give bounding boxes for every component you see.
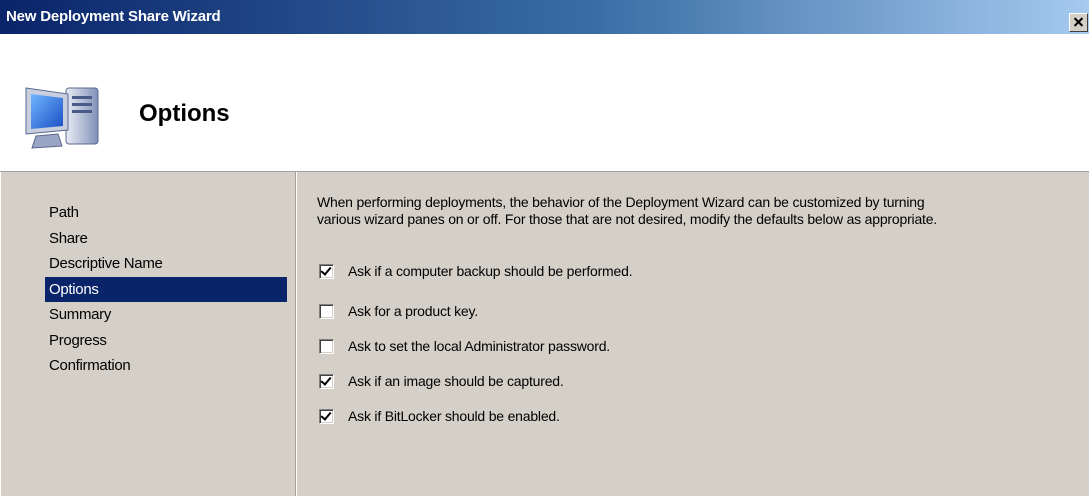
option-admin-password[interactable]: Ask to set the local Administrator passw… <box>319 336 610 356</box>
step-descriptive-name: Descriptive Name <box>49 255 163 272</box>
bitlocker-checkbox[interactable] <box>319 408 334 424</box>
product-key-checkbox[interactable] <box>319 303 334 319</box>
step-summary: Summary <box>49 306 112 323</box>
description-line-1: When performing deployments, the behavio… <box>317 194 925 210</box>
computer-icon <box>25 87 99 149</box>
step-progress: Progress <box>49 331 107 349</box>
step-options: Options <box>45 276 287 302</box>
wizard-header: Options <box>0 34 1089 172</box>
wizard-steps-pane: Path Share Descriptive Name Options Summ… <box>0 172 295 496</box>
options-content: When performing deployments, the behavio… <box>297 172 1089 496</box>
product-key-label: Ask for a product key. <box>348 303 478 319</box>
bitlocker-label: Ask if BitLocker should be enabled. <box>348 408 560 424</box>
image-capture-checkbox[interactable] <box>319 373 334 389</box>
admin-password-label: Ask to set the local Administrator passw… <box>348 338 610 354</box>
computer-backup-checkbox[interactable] <box>319 263 334 279</box>
option-computer-backup[interactable]: Ask if a computer backup should be perfo… <box>319 261 633 281</box>
options-description: When performing deployments, the behavio… <box>317 194 1077 228</box>
step-path: Path <box>49 204 79 221</box>
window-title: New Deployment Share Wizard <box>6 8 221 25</box>
step-confirmation: Confirmation <box>49 357 131 374</box>
admin-password-checkbox[interactable] <box>319 338 334 354</box>
description-line-2: various wizard panes on or off. For thos… <box>317 211 937 227</box>
step-share: Share <box>49 229 88 247</box>
computer-backup-label: Ask if a computer backup should be perfo… <box>348 263 633 279</box>
title-bar: New Deployment Share Wizard <box>0 0 1089 34</box>
option-bitlocker[interactable]: Ask if BitLocker should be enabled. <box>319 406 560 426</box>
page-title: Options <box>139 100 230 127</box>
image-capture-label: Ask if an image should be captured. <box>348 373 564 389</box>
wizard-steps-list: Path Share Descriptive Name Options Summ… <box>45 200 287 379</box>
close-icon[interactable] <box>1069 13 1088 32</box>
option-product-key[interactable]: Ask for a product key. <box>319 301 478 321</box>
option-image-capture[interactable]: Ask if an image should be captured. <box>319 371 564 391</box>
